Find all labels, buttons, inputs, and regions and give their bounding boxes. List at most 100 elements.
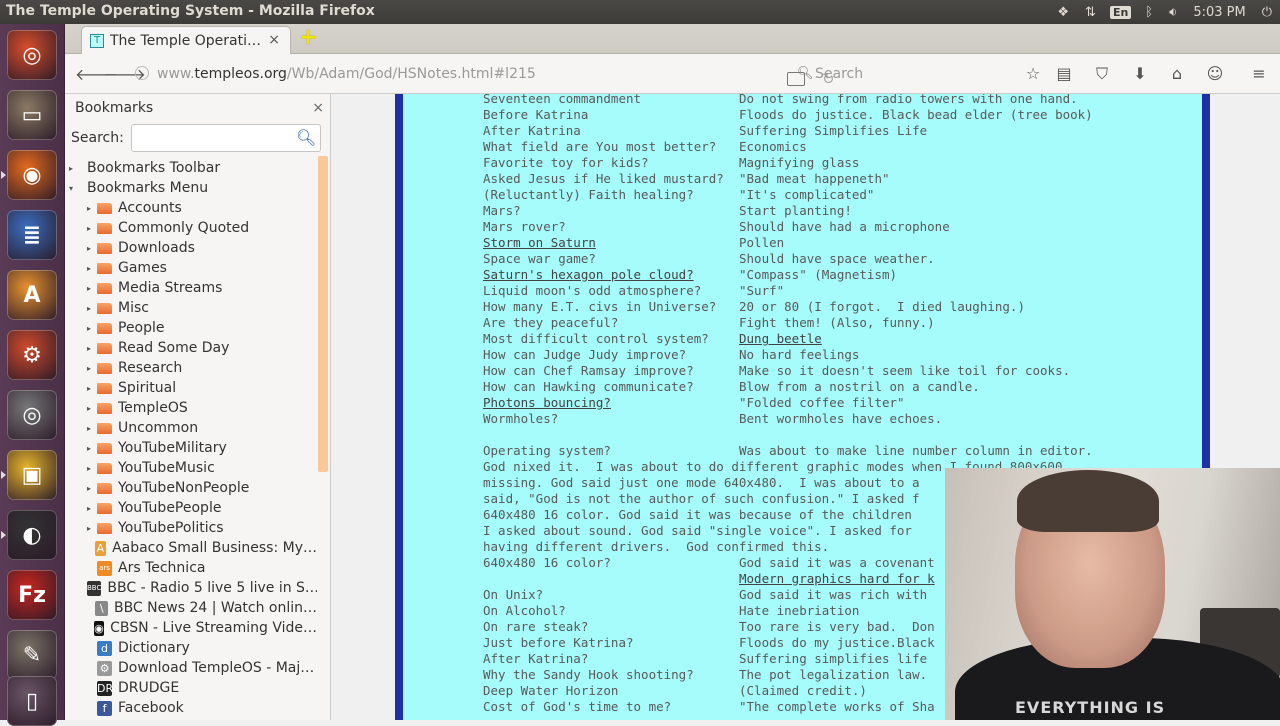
- pocket-icon[interactable]: ⛉: [1092, 64, 1112, 84]
- bookmark-label: Download TempleOS - Maj…: [118, 660, 315, 676]
- expand-twisty-icon[interactable]: ▸: [87, 484, 97, 493]
- obs-icon[interactable]: ◐: [7, 510, 57, 560]
- power-icon[interactable]: ⏻: [1254, 5, 1280, 20]
- expand-twisty-icon[interactable]: ▸: [87, 444, 97, 453]
- workspace-switcher-icon[interactable]: ▣: [7, 450, 57, 500]
- expand-twisty-icon[interactable]: ▸: [87, 284, 97, 293]
- new-tab-icon[interactable]: +: [299, 27, 317, 49]
- hamburger-menu-icon[interactable]: ≡: [1249, 64, 1269, 84]
- bookmark-item[interactable]: ▸ TempleOS: [65, 398, 317, 418]
- bookmark-item[interactable]: ▸ Read Some Day: [65, 338, 317, 358]
- tab-close-icon[interactable]: ×: [268, 32, 280, 48]
- expand-twisty-icon[interactable]: ▸: [69, 164, 79, 173]
- bookmark-item[interactable]: ▸ Bookmarks Toolbar: [65, 158, 317, 178]
- answer-link[interactable]: Dung beetle: [739, 331, 822, 347]
- url-bar[interactable]: www.templeos.org/Wb/Adam/God/HSNotes.htm…: [127, 60, 835, 88]
- bookmark-item[interactable]: ▸ YouTubeMilitary: [65, 438, 317, 458]
- bookmark-item[interactable]: ▸ YouTubeMusic: [65, 458, 317, 478]
- expand-twisty-icon[interactable]: ▸: [87, 304, 97, 313]
- files-icon[interactable]: ▭: [7, 90, 57, 140]
- firefox-icon[interactable]: ◉: [7, 150, 57, 200]
- filezilla-icon[interactable]: Fz: [7, 570, 57, 620]
- ubuntu-dash-icon[interactable]: ◎: [7, 30, 57, 80]
- expand-twisty-icon[interactable]: ▸: [87, 224, 97, 233]
- trash-icon[interactable]: ▯: [7, 676, 57, 726]
- bookmark-item[interactable]: ▸ Downloads: [65, 238, 317, 258]
- expand-twisty-icon[interactable]: ▸: [87, 324, 97, 333]
- system-settings-icon[interactable]: ⚙: [7, 330, 57, 380]
- gimp-icon[interactable]: ✎: [7, 630, 57, 680]
- bookmark-item[interactable]: A Aabaco Small Business: My…: [65, 538, 317, 558]
- question-link[interactable]: Photons bouncing?: [483, 395, 611, 411]
- bookmark-item[interactable]: ▸ Media Streams: [65, 278, 317, 298]
- question-link[interactable]: Saturn's hexagon pole cloud?: [483, 267, 694, 283]
- bookmark-item[interactable]: ▸ People: [65, 318, 317, 338]
- bookmarks-menu-icon[interactable]: ▤: [1054, 64, 1074, 84]
- bookmark-item[interactable]: ▸ Games: [65, 258, 317, 278]
- sidebar-scrollbar[interactable]: [318, 156, 328, 472]
- question-link[interactable]: Storm on Saturn: [483, 235, 596, 251]
- downloads-icon[interactable]: ⬇: [1130, 64, 1150, 84]
- expand-twisty-icon[interactable]: ▸: [87, 364, 97, 373]
- question-text: (Reluctantly) Faith healing?: [483, 187, 694, 202]
- answer-link[interactable]: Modern graphics hard for k: [739, 571, 935, 587]
- home-icon[interactable]: ⌂: [1167, 64, 1187, 84]
- answer-text: Should have space weather.: [739, 251, 935, 266]
- folder-icon: [97, 282, 112, 294]
- bookmark-item[interactable]: f Facebook: [65, 698, 317, 718]
- bookmark-item[interactable]: ⚙ Download TempleOS - Maj…: [65, 658, 317, 678]
- search-bar[interactable]: 🔍︎ Search: [789, 60, 1009, 88]
- bookmark-item[interactable]: ▸ Commonly Quoted: [65, 218, 317, 238]
- qa-row: Photons bouncing? "Folded coffee filter": [483, 395, 1202, 411]
- question-text: On Alcohol?: [483, 603, 566, 618]
- expand-twisty-icon[interactable]: ▸: [87, 204, 97, 213]
- expand-twisty-icon[interactable]: ▸: [87, 504, 97, 513]
- sidebar-close-icon[interactable]: ×: [312, 100, 324, 116]
- expand-twisty-icon[interactable]: ▸: [87, 344, 97, 353]
- bluetooth-icon[interactable]: ᛒ: [1137, 5, 1161, 20]
- bookmark-item[interactable]: ▸ YouTubePeople: [65, 498, 317, 518]
- sidebar-search-input[interactable]: 🔍︎: [131, 124, 321, 152]
- expand-twisty-icon[interactable]: ▸: [87, 244, 97, 253]
- bookmark-item[interactable]: ◉ CBSN - Live Streaming Vide…: [65, 618, 317, 638]
- expand-twisty-icon[interactable]: ▸: [87, 384, 97, 393]
- answer-text: Suffering Simplifies Life: [739, 123, 928, 138]
- bookmark-item[interactable]: ▸ Accounts: [65, 198, 317, 218]
- back-arrow-icon[interactable]: 🡐: [75, 64, 118, 84]
- dropbox-icon[interactable]: ❖: [1049, 5, 1077, 20]
- bookmark-item[interactable]: DR DRUDGE: [65, 678, 317, 698]
- software-center-icon[interactable]: A: [7, 270, 57, 320]
- bookmark-item[interactable]: ▾ Bookmarks Menu: [65, 178, 317, 198]
- tab-templeos[interactable]: T The Temple Operati… ×: [81, 26, 291, 54]
- bookmark-label: Ars Technica: [118, 560, 206, 576]
- dvd-icon[interactable]: ◎: [7, 390, 57, 440]
- answer-text: "Compass" (Magnetism): [739, 267, 898, 282]
- bookmark-item[interactable]: ▸ Research: [65, 358, 317, 378]
- site-info-icon[interactable]: [135, 66, 149, 80]
- network-icon[interactable]: ⇅: [1077, 5, 1104, 20]
- bookmark-star-icon[interactable]: ☆: [1023, 64, 1043, 84]
- hello-chat-icon[interactable]: ☺: [1205, 64, 1225, 84]
- bookmark-item[interactable]: BBC BBC - Radio 5 live 5 live in S…: [65, 578, 317, 598]
- forward-arrow-icon[interactable]: 🡒: [103, 64, 146, 84]
- bookmark-item[interactable]: ars Ars Technica: [65, 558, 317, 578]
- bookmark-item[interactable]: ▸ Misc: [65, 298, 317, 318]
- bookmark-item[interactable]: ▸ YouTubePolitics: [65, 518, 317, 538]
- bookmark-item[interactable]: ▸ YouTubeNonPeople: [65, 478, 317, 498]
- bookmark-item[interactable]: ▸ Uncommon: [65, 418, 317, 438]
- bookmark-item[interactable]: d Dictionary: [65, 638, 317, 658]
- expand-twisty-icon[interactable]: ▸: [87, 424, 97, 433]
- keyboard-layout-indicator[interactable]: En: [1109, 5, 1132, 19]
- bookmark-item[interactable]: \ BBC News 24 | Watch onlin…: [65, 598, 317, 618]
- expand-twisty-icon[interactable]: ▸: [87, 404, 97, 413]
- expand-twisty-icon[interactable]: ▸: [87, 264, 97, 273]
- clock[interactable]: 5:03 PM: [1185, 5, 1253, 20]
- collapse-twisty-icon[interactable]: ▾: [69, 184, 79, 193]
- expand-twisty-icon[interactable]: ▸: [87, 524, 97, 533]
- expand-twisty-icon[interactable]: ▸: [87, 464, 97, 473]
- search-icon[interactable]: 🔍︎: [296, 128, 316, 147]
- bookmark-item[interactable]: ▸ Spiritual: [65, 378, 317, 398]
- sidebar-title: Bookmarks: [75, 100, 154, 116]
- volume-icon[interactable]: 🔉︎: [1161, 5, 1185, 20]
- writer-icon[interactable]: ≣: [7, 210, 57, 260]
